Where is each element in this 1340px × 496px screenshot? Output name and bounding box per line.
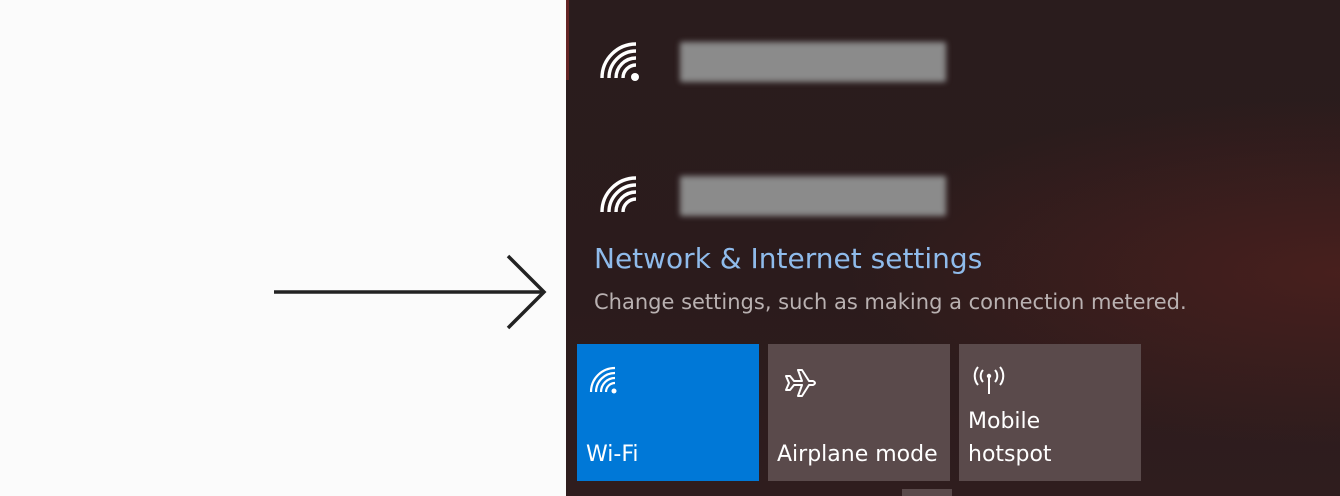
next-row-tile[interactable] — [902, 489, 952, 496]
tile-label: Wi-Fi — [586, 442, 639, 467]
wifi-toggle-tile[interactable]: Wi-Fi — [577, 344, 759, 481]
network-item[interactable] — [596, 28, 956, 98]
wifi-signal-icon — [600, 176, 637, 213]
airplane-mode-tile[interactable]: Airplane mode — [768, 344, 950, 481]
background-area — [0, 0, 566, 496]
network-settings-description: Change settings, such as making a connec… — [594, 290, 1187, 314]
network-flyout: Network & Internet settings Change setti… — [566, 0, 1340, 496]
network-internet-settings-link[interactable]: Network & Internet settings — [594, 242, 982, 275]
network-name — [680, 176, 946, 216]
quick-actions: Wi-Fi Airplane mode Mobile hotspot — [577, 344, 1141, 481]
wifi-signal-icon — [600, 42, 639, 81]
tile-label: Mobile hotspot — [968, 409, 1052, 467]
network-name — [680, 42, 946, 82]
airplane-icon — [785, 369, 816, 397]
mobile-hotspot-icon — [973, 366, 1005, 394]
network-item[interactable] — [596, 162, 956, 232]
wifi-icon — [589, 366, 617, 394]
arrow-right-icon — [274, 254, 547, 330]
tile-label: Airplane mode — [777, 442, 938, 467]
flyout-edge — [566, 0, 569, 80]
mobile-hotspot-tile[interactable]: Mobile hotspot — [959, 344, 1141, 481]
